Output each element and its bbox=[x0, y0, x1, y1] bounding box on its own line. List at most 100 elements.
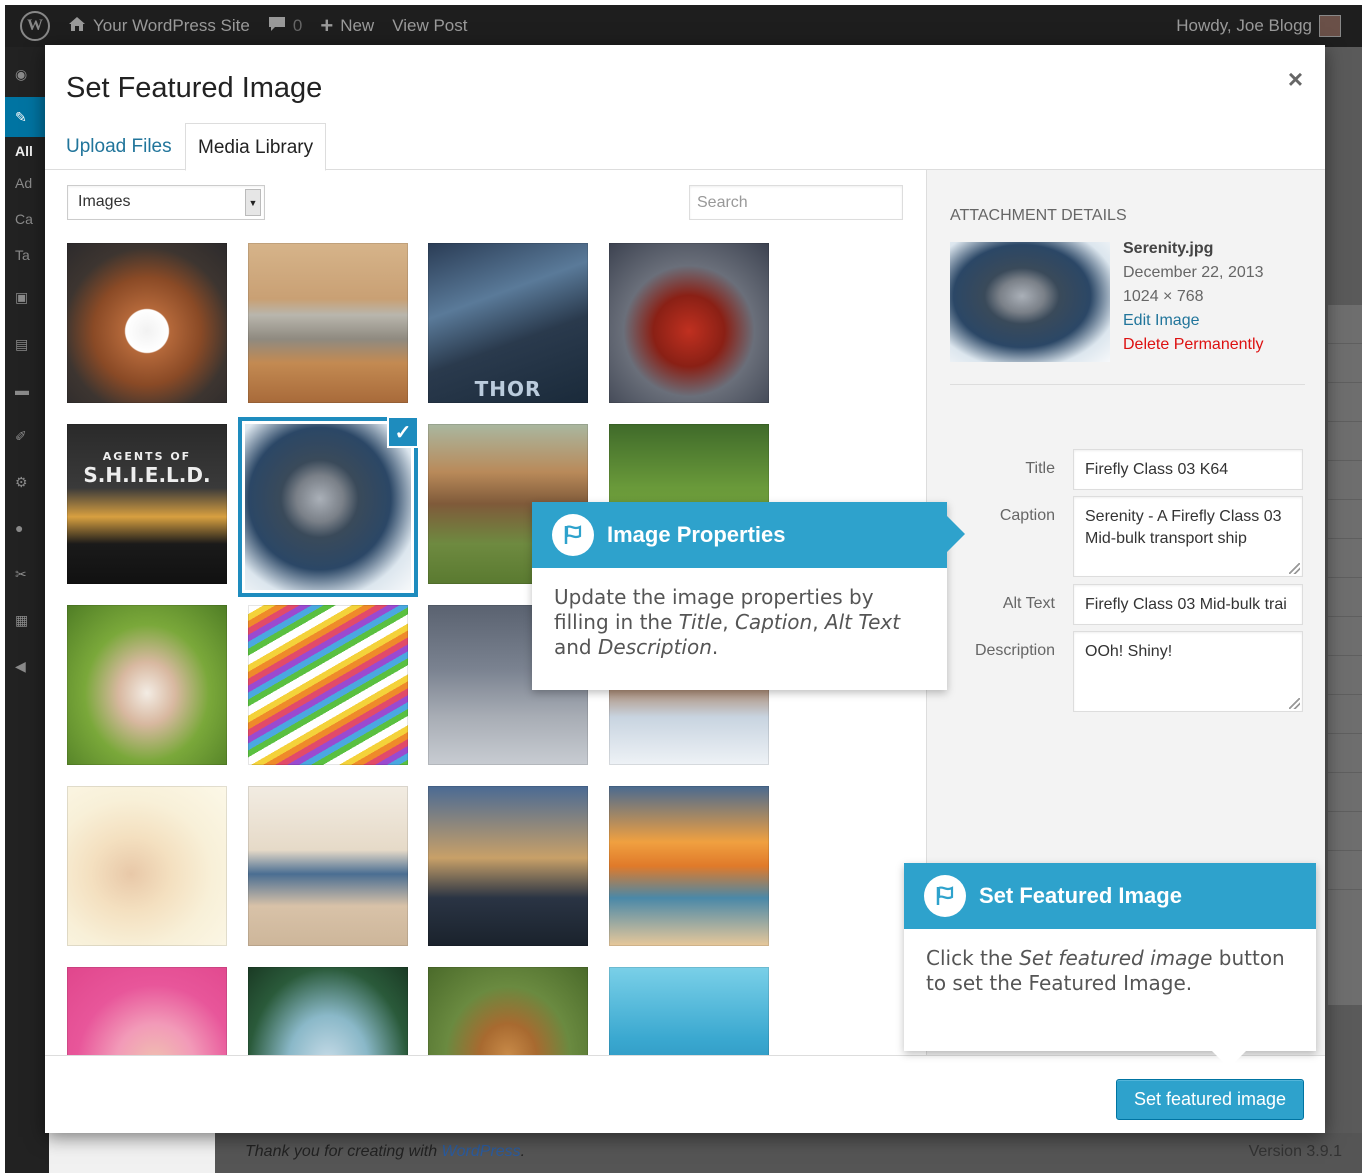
new-content-link[interactable]: + New bbox=[311, 5, 383, 47]
wordpress-link[interactable]: WordPress bbox=[442, 1143, 521, 1160]
alt-text-field[interactable]: Firefly Class 03 Mid-bulk trai bbox=[1073, 584, 1303, 625]
sidemenu-sub-item[interactable]: Ta bbox=[5, 237, 49, 273]
users-menu[interactable]: ● bbox=[5, 505, 49, 551]
media-type-filter[interactable]: Images ▼ bbox=[67, 185, 265, 220]
thumbnail-feet-beach[interactable] bbox=[248, 786, 408, 946]
tooltip-title: Image Properties bbox=[607, 522, 786, 547]
view-post-label: View Post bbox=[392, 16, 468, 35]
caption-label: Caption bbox=[999, 507, 1055, 524]
thumbnail-bulldog-puppies[interactable] bbox=[67, 605, 227, 765]
footer-thanks: Thank you for creating with WordPress. bbox=[245, 1143, 525, 1161]
media-router: Upload Files Media Library bbox=[45, 123, 926, 171]
tab-media-library[interactable]: Media Library bbox=[185, 123, 327, 171]
wp-logo-menu[interactable]: W bbox=[5, 5, 59, 47]
sidemenu-sub-item[interactable]: Ad bbox=[5, 165, 49, 201]
alt-text-label: Alt Text bbox=[1002, 595, 1055, 612]
dashboard-icon: ◉ bbox=[15, 65, 28, 82]
thumbnail-lighthouse[interactable] bbox=[428, 786, 588, 946]
thumbnail-serenity-ship[interactable]: ✓ bbox=[245, 416, 419, 590]
attachment-filename: Serenity.jpg bbox=[1123, 240, 1214, 257]
resize-handle-icon[interactable] bbox=[1289, 563, 1300, 574]
posts-menu[interactable]: ✎ bbox=[5, 97, 49, 137]
thumbnail-bubblegum-girl[interactable] bbox=[67, 967, 227, 1055]
tools-menu[interactable]: ✂ bbox=[5, 551, 49, 597]
thumbnail-colored-pencils[interactable] bbox=[248, 605, 408, 765]
thumbnail-mars-rover[interactable] bbox=[248, 243, 408, 403]
view-post-link[interactable]: View Post bbox=[383, 5, 476, 47]
sidemenu-sub-item[interactable]: Ca bbox=[5, 201, 49, 237]
media-icon: ▣ bbox=[15, 288, 29, 305]
dropdown-arrow-icon: ▼ bbox=[245, 189, 261, 216]
settings-menu[interactable]: ▦ bbox=[5, 597, 49, 643]
search-input[interactable]: Search bbox=[689, 185, 903, 220]
avatar bbox=[1319, 15, 1341, 37]
page-background-rows bbox=[1328, 305, 1362, 1005]
tab-upload-files[interactable]: Upload Files bbox=[52, 123, 186, 170]
home-icon bbox=[68, 16, 86, 37]
filter-value: Images bbox=[78, 193, 131, 210]
admin-footer: Thank you for creating with WordPress. V… bbox=[215, 1133, 1362, 1173]
browser-frame: W Your WordPress Site 0 + New View Post … bbox=[5, 5, 1362, 1173]
appearance-menu[interactable]: ✐ bbox=[5, 413, 49, 459]
tooltip-body: Update the image properties by filling i… bbox=[554, 585, 901, 659]
attachment-date: December 22, 2013 bbox=[1123, 264, 1264, 281]
site-name-link[interactable]: Your WordPress Site bbox=[59, 5, 259, 47]
wrench-icon: ✂ bbox=[15, 565, 27, 582]
thumbnail-thor-poster[interactable]: THOR bbox=[428, 243, 588, 403]
description-field[interactable]: OOh! Shiny! bbox=[1073, 631, 1303, 712]
check-icon[interactable]: ✓ bbox=[387, 416, 419, 448]
admin-bar: W Your WordPress Site 0 + New View Post … bbox=[5, 5, 1362, 47]
image-properties-tooltip: Image Properties Update the image proper… bbox=[532, 502, 965, 690]
tooltip-pointer bbox=[1212, 1051, 1246, 1068]
caption-value: Serenity - A Firefly Class 03 Mid-bulk t… bbox=[1085, 508, 1282, 547]
collapse-menu[interactable]: ◀ bbox=[5, 643, 49, 689]
thumbnail-sunset-sea[interactable] bbox=[609, 786, 769, 946]
media-menu[interactable]: ▣ bbox=[5, 273, 49, 321]
delete-permanently-link[interactable]: Delete Permanently bbox=[1123, 333, 1264, 357]
comment-bubble-icon bbox=[268, 16, 286, 37]
resize-handle-icon[interactable] bbox=[1289, 698, 1300, 709]
site-name: Your WordPress Site bbox=[93, 16, 250, 35]
plugin-icon: ⚙ bbox=[15, 473, 28, 490]
plugins-menu[interactable]: ⚙ bbox=[5, 459, 49, 505]
description-label: Description bbox=[974, 642, 1055, 659]
footer-thanks-text: Thank you for creating with bbox=[245, 1143, 442, 1160]
set-featured-image-button[interactable]: Set featured image bbox=[1116, 1079, 1304, 1120]
comments-count: 0 bbox=[292, 16, 303, 35]
collapse-icon: ◀ bbox=[15, 657, 26, 674]
thumbnail-boxer-dog[interactable] bbox=[67, 243, 227, 403]
tooltip-title: Set Featured Image bbox=[979, 883, 1182, 908]
brush-icon: ✐ bbox=[15, 427, 27, 444]
tooltip-body: Click the Set featured image button to s… bbox=[926, 946, 1285, 995]
comments-icon: ▬ bbox=[15, 382, 29, 398]
tooltip-header: Image Properties bbox=[532, 502, 947, 568]
attachment-preview bbox=[950, 242, 1110, 362]
attachment-meta: Serenity.jpg December 22, 2013 1024 × 76… bbox=[1123, 237, 1264, 357]
caption-field[interactable]: Serenity - A Firefly Class 03 Mid-bulk t… bbox=[1073, 496, 1303, 577]
thumbnail-sea-turtle[interactable] bbox=[609, 967, 769, 1055]
description-value: OOh! Shiny! bbox=[1085, 643, 1173, 660]
plus-icon: + bbox=[320, 13, 334, 38]
thumbnail-beagle-puppy[interactable] bbox=[428, 967, 588, 1055]
edit-image-link[interactable]: Edit Image bbox=[1123, 309, 1264, 333]
set-featured-image-tooltip: Set Featured Image Click the Set feature… bbox=[904, 863, 1316, 1068]
howdy-label: Howdy, Joe Blogg bbox=[1176, 16, 1312, 35]
admin-side-menu: ◉ ✎ All Ad Ca Ta ▣ ▤ ▬ ✐ ⚙ ● ✂ ▦ ◀ bbox=[5, 47, 49, 1173]
my-account-menu[interactable]: Howdy, Joe Blogg bbox=[1167, 5, 1350, 47]
thumbnail-iron-man[interactable] bbox=[609, 243, 769, 403]
comments-menu[interactable]: ▬ bbox=[5, 367, 49, 413]
title-field[interactable]: Firefly Class 03 K64 bbox=[1073, 449, 1303, 490]
user-icon: ● bbox=[15, 520, 24, 536]
flag-icon bbox=[552, 514, 594, 556]
close-icon[interactable]: × bbox=[1288, 64, 1303, 95]
attachment-dimensions: 1024 × 768 bbox=[1123, 288, 1204, 305]
comments-link[interactable]: 0 bbox=[259, 5, 311, 47]
sidemenu-sub-item[interactable]: All bbox=[5, 137, 49, 165]
dashboard-menu[interactable]: ◉ bbox=[5, 51, 49, 97]
thumbnail-woman-headphones[interactable] bbox=[67, 786, 227, 946]
flag-icon bbox=[924, 875, 966, 917]
thumbnail-cave-beach[interactable] bbox=[248, 967, 408, 1055]
thumbnail-shield-poster[interactable]: AGENTS OF S.H.I.E.L.D. bbox=[67, 424, 227, 584]
pages-menu[interactable]: ▤ bbox=[5, 321, 49, 367]
wordpress-logo-icon: W bbox=[20, 11, 50, 41]
